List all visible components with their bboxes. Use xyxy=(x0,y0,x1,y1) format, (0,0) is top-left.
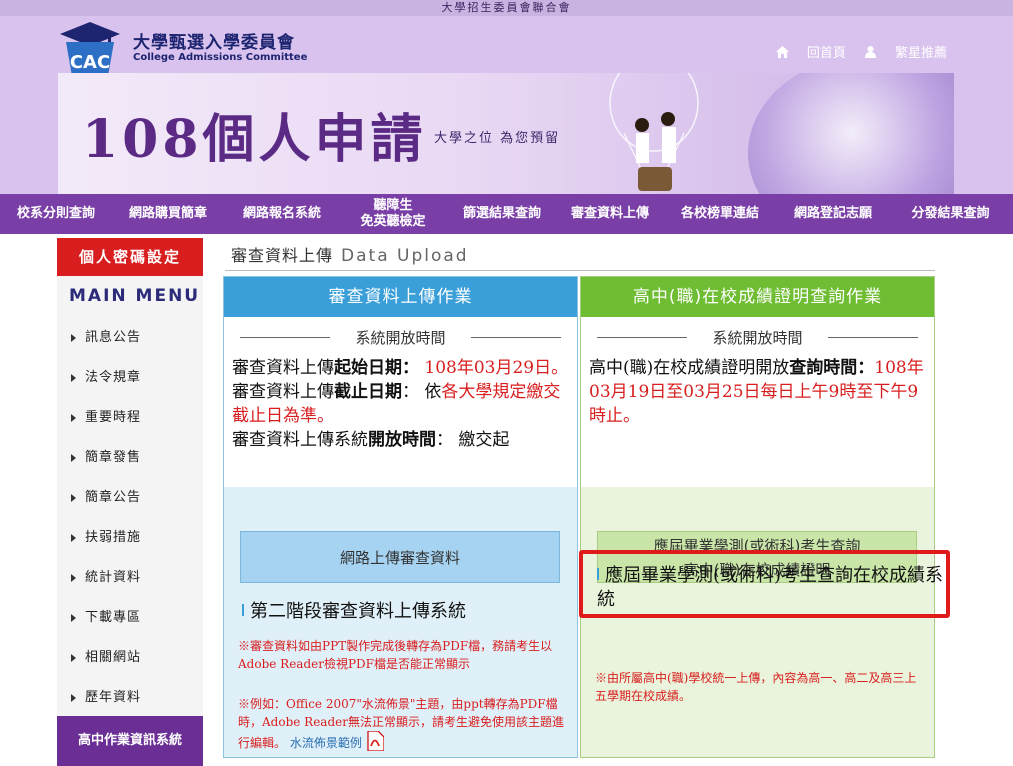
balloon-students-graphic xyxy=(609,73,699,191)
online-upload-button[interactable]: 網路上傳審查資料 xyxy=(240,531,560,583)
star-recommend-link[interactable]: 繁星推薦 xyxy=(864,42,947,61)
home-link[interactable]: 回首頁 xyxy=(775,42,846,61)
arrow-right-icon xyxy=(71,654,76,662)
nav-review-upload[interactable]: 審查資料上傳 xyxy=(558,194,662,234)
school-grades-heading: 高中(職)在校成績證明查詢作業 xyxy=(581,277,934,317)
sidebar: 個人密碼設定 MAIN MENU 訊息公告 法令規章 重要時程 簡章發售 簡章公… xyxy=(57,238,203,766)
home-icon xyxy=(775,46,789,58)
arrow-right-icon xyxy=(71,454,76,462)
menu-item-announcements[interactable]: 訊息公告 xyxy=(57,318,203,358)
menu-item-brochure-sale[interactable]: 簡章發售 xyxy=(57,438,203,478)
menu-item-schedule[interactable]: 重要時程 xyxy=(57,398,203,438)
page-title: 審查資料上傳 Data Upload xyxy=(231,246,469,266)
logo-chinese-name: 大學甄選入學委員會 xyxy=(133,33,295,53)
nav-hearing-impaired[interactable]: 聽障生 免英聽檢定 xyxy=(340,194,446,234)
pdf-icon[interactable] xyxy=(366,731,384,751)
banner-title: 108個人申請 xyxy=(82,109,427,170)
pdf-note: ※審查資料如由PPT製作完成後轉存為PDF檔，務請考生以Adobe Reader… xyxy=(238,639,553,671)
grades-query-time: 高中(職)在校成績證明開放查詢時間：108年03月19日至03月25日每日上午9… xyxy=(589,358,924,426)
review-upload-panel: 審查資料上傳作業 系統開放時間 審查資料上傳起始日期： 108年03月29日。 … xyxy=(223,276,578,758)
menu-item-downloads[interactable]: 下載專區 xyxy=(57,598,203,638)
banner-subtitle: 大學之位 為您預留 xyxy=(434,131,561,146)
nav-department-search[interactable]: 校系分則查詢 xyxy=(0,194,112,234)
main-navigation: 校系分則查詢 網路購買簡章 網路報名系統 聽障生 免英聽檢定 篩選結果查詢 審查… xyxy=(0,194,1013,234)
upload-end-date: 審查資料上傳截止日期： 依各大學規定繳交截止日為準。 xyxy=(232,382,561,426)
arrow-right-icon xyxy=(71,574,76,582)
logo-english-name: College Admissions Committee xyxy=(133,52,308,63)
svg-text:CAC: CAC xyxy=(70,52,110,73)
nav-allocation-results[interactable]: 分發結果查詢 xyxy=(888,194,1013,234)
nav-online-registration[interactable]: 網路報名系統 xyxy=(224,194,340,234)
banner: 108個人申請 大學之位 為您預留 xyxy=(58,73,954,194)
globe-graphic xyxy=(748,73,954,194)
menu-item-assistance[interactable]: 扶弱措施 xyxy=(57,518,203,558)
arrow-right-icon xyxy=(71,694,76,702)
arrow-right-icon xyxy=(71,614,76,622)
top-association-bar: 大學招生委員會聯合會 xyxy=(0,0,1013,16)
second-stage-upload-link[interactable]: 第二階段審查資料上傳系統 xyxy=(242,597,466,623)
title-divider xyxy=(225,270,935,271)
nav-buy-brochure[interactable]: 網路購買簡章 xyxy=(112,194,224,234)
office-theme-note: ※例如：Office 2007"水流佈景"主題，由ppt轉存為PDF檔時，Ado… xyxy=(238,697,564,751)
link-marker-icon xyxy=(597,568,599,580)
link-marker-icon xyxy=(242,604,244,616)
menu-item-history[interactable]: 歷年資料 xyxy=(57,678,203,718)
top-links: 回首頁 繁星推薦 xyxy=(762,42,947,61)
review-upload-heading: 審查資料上傳作業 xyxy=(224,277,577,317)
site-header: CAC 大學甄選入學委員會 College Admissions Committ… xyxy=(0,16,1013,194)
menu-item-brochure-notice[interactable]: 簡章公告 xyxy=(57,478,203,518)
user-icon xyxy=(864,46,876,58)
review-upload-schedule: 系統開放時間 審查資料上傳起始日期： 108年03月29日。 審查資料上傳截止日… xyxy=(224,317,577,487)
system-open-time-label: 系統開放時間 xyxy=(232,327,569,348)
high-school-system-button[interactable]: 高中作業資訊系統 xyxy=(57,716,203,766)
nav-register-preferences[interactable]: 網路登記志願 xyxy=(778,194,888,234)
main-menu-heading: MAIN MENU xyxy=(69,286,201,306)
menu-item-statistics[interactable]: 統計資料 xyxy=(57,558,203,598)
grades-query-system-link[interactable]: 應屆畢業學測(或術科)考生查詢在校成績系統 xyxy=(597,564,947,612)
menu-item-related-sites[interactable]: 相關網站 xyxy=(57,638,203,678)
password-settings-button[interactable]: 個人密碼設定 xyxy=(57,238,203,276)
nav-screening-results[interactable]: 篩選結果查詢 xyxy=(446,194,558,234)
school-grades-panel: 高中(職)在校成績證明查詢作業 系統開放時間 高中(職)在校成績證明開放查詢時間… xyxy=(580,276,935,758)
arrow-right-icon xyxy=(71,534,76,542)
system-open-time-label: 系統開放時間 xyxy=(589,327,926,348)
grades-note: ※由所屬高中(職)學校統一上傳，內容為高一、高二及高三上五學期在校成績。 xyxy=(595,671,917,703)
main-content: 審查資料上傳 Data Upload 審查資料上傳作業 系統開放時間 審查資料上傳… xyxy=(203,234,954,766)
arrow-right-icon xyxy=(71,414,76,422)
arrow-right-icon xyxy=(71,334,76,342)
cac-logo[interactable]: CAC xyxy=(58,20,122,78)
upload-open-time: 審查資料上傳系統開放時間： 繳交起 xyxy=(232,430,510,450)
upload-start-date: 審查資料上傳起始日期： 108年03月29日。 xyxy=(232,358,569,378)
menu-item-regulations[interactable]: 法令規章 xyxy=(57,358,203,398)
nav-school-lists[interactable]: 各校榜單連結 xyxy=(662,194,778,234)
arrow-right-icon xyxy=(71,374,76,382)
arrow-right-icon xyxy=(71,494,76,502)
school-grades-schedule: 系統開放時間 高中(職)在校成績證明開放查詢時間：108年03月19日至03月2… xyxy=(581,317,934,487)
theme-sample-link[interactable]: 水流佈景範例 xyxy=(290,736,362,750)
